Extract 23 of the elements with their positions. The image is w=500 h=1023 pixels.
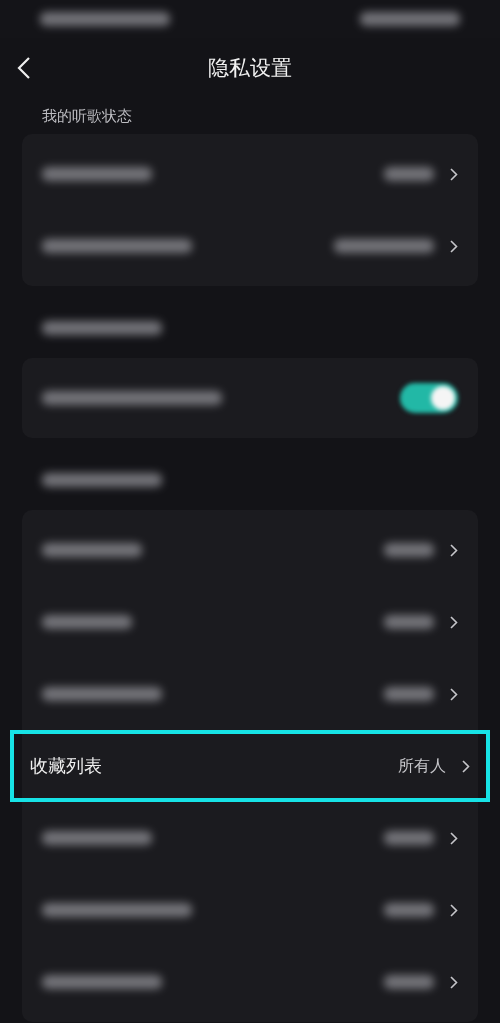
blurred-row-value xyxy=(384,543,434,557)
blurred-row-value xyxy=(384,903,434,917)
chevron-icon xyxy=(450,687,458,701)
row-value: 所有人 xyxy=(398,755,446,777)
blurred-row-value xyxy=(384,615,434,629)
toggle-switch[interactable] xyxy=(400,383,458,413)
chevron-icon xyxy=(450,831,458,845)
blurred-row-value xyxy=(384,167,434,181)
chevron-icon xyxy=(450,239,458,253)
blurred-row-value xyxy=(384,831,434,845)
blurred-row-value xyxy=(384,687,434,701)
highlighted-row[interactable]: 收藏列表 所有人 xyxy=(10,730,490,802)
back-icon[interactable] xyxy=(16,56,32,80)
chevron-icon xyxy=(450,975,458,989)
section-header: 我的听歌状态 xyxy=(42,106,132,126)
blurred-row-value xyxy=(384,975,434,989)
row-label: 收藏列表 xyxy=(30,754,103,778)
page-title: 隐私设置 xyxy=(208,55,292,82)
chevron-icon xyxy=(450,615,458,629)
chevron-icon xyxy=(450,903,458,917)
chevron-icon xyxy=(462,759,470,773)
chevron-icon xyxy=(450,543,458,557)
chevron-icon xyxy=(450,167,458,181)
